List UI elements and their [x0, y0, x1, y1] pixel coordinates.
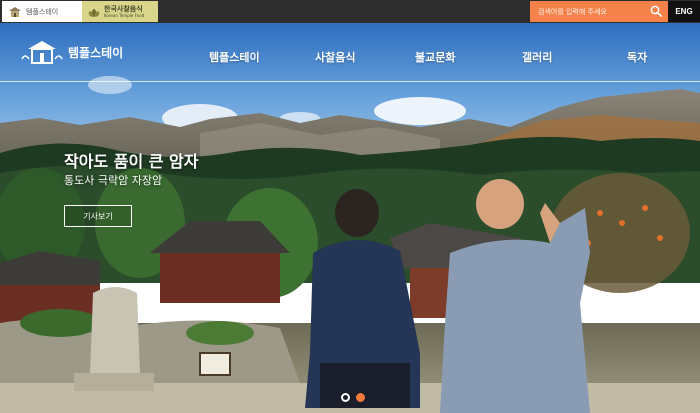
temple-food-subtitle: Korean Temple Food — [104, 12, 145, 18]
temple-food-title: 한국사찰음식 — [104, 4, 143, 13]
search-input[interactable] — [538, 7, 646, 16]
main-navigation: 템플스테이 템플스테이 사찰음식 불교문화 갤러리 독자 — [0, 23, 700, 83]
language-toggle-button[interactable]: ENG — [668, 1, 700, 22]
carousel-dot-2-active[interactable] — [356, 393, 365, 402]
top-utility-bar: 템플스테이 한국사찰음식 Korean Temple Food ENG — [0, 0, 700, 23]
carousel-pagination — [341, 393, 365, 402]
temple-logo-icon — [9, 6, 21, 17]
nav-divider — [0, 81, 700, 82]
nav-item-gallery[interactable]: 갤러리 — [522, 49, 552, 65]
read-article-button[interactable]: 기사보기 — [64, 205, 132, 227]
templestay-brand-logo[interactable]: 템플스테이 — [2, 1, 82, 22]
nav-item-reader[interactable]: 독자 — [627, 49, 647, 65]
brand-logo-label: 템플스테이 — [26, 7, 59, 16]
nav-item-temple-food[interactable]: 사찰음식 — [315, 49, 355, 65]
carousel-dot-1[interactable] — [341, 393, 350, 402]
site-logo-label: 템플스테이 — [68, 45, 124, 60]
search-icon[interactable] — [650, 5, 662, 17]
temple-logo-icon — [21, 41, 63, 64]
search-bar — [530, 1, 668, 22]
hero-banner: 템플스테이 템플스테이 사찰음식 불교문화 갤러리 독자 작아도 품이 큰 암자… — [0, 23, 700, 413]
temple-food-brand-logo[interactable]: 한국사찰음식 Korean Temple Food — [82, 1, 158, 22]
hero-subtitle: 통도사 극락암 자장암 — [64, 174, 163, 187]
nav-item-templestay[interactable]: 템플스테이 — [209, 49, 260, 65]
lotus-icon — [88, 8, 100, 17]
site-logo[interactable]: 템플스테이 — [20, 37, 123, 67]
nav-item-buddhist-culture[interactable]: 불교문화 — [415, 49, 455, 65]
hero-title: 작아도 품이 큰 암자 — [64, 152, 199, 171]
